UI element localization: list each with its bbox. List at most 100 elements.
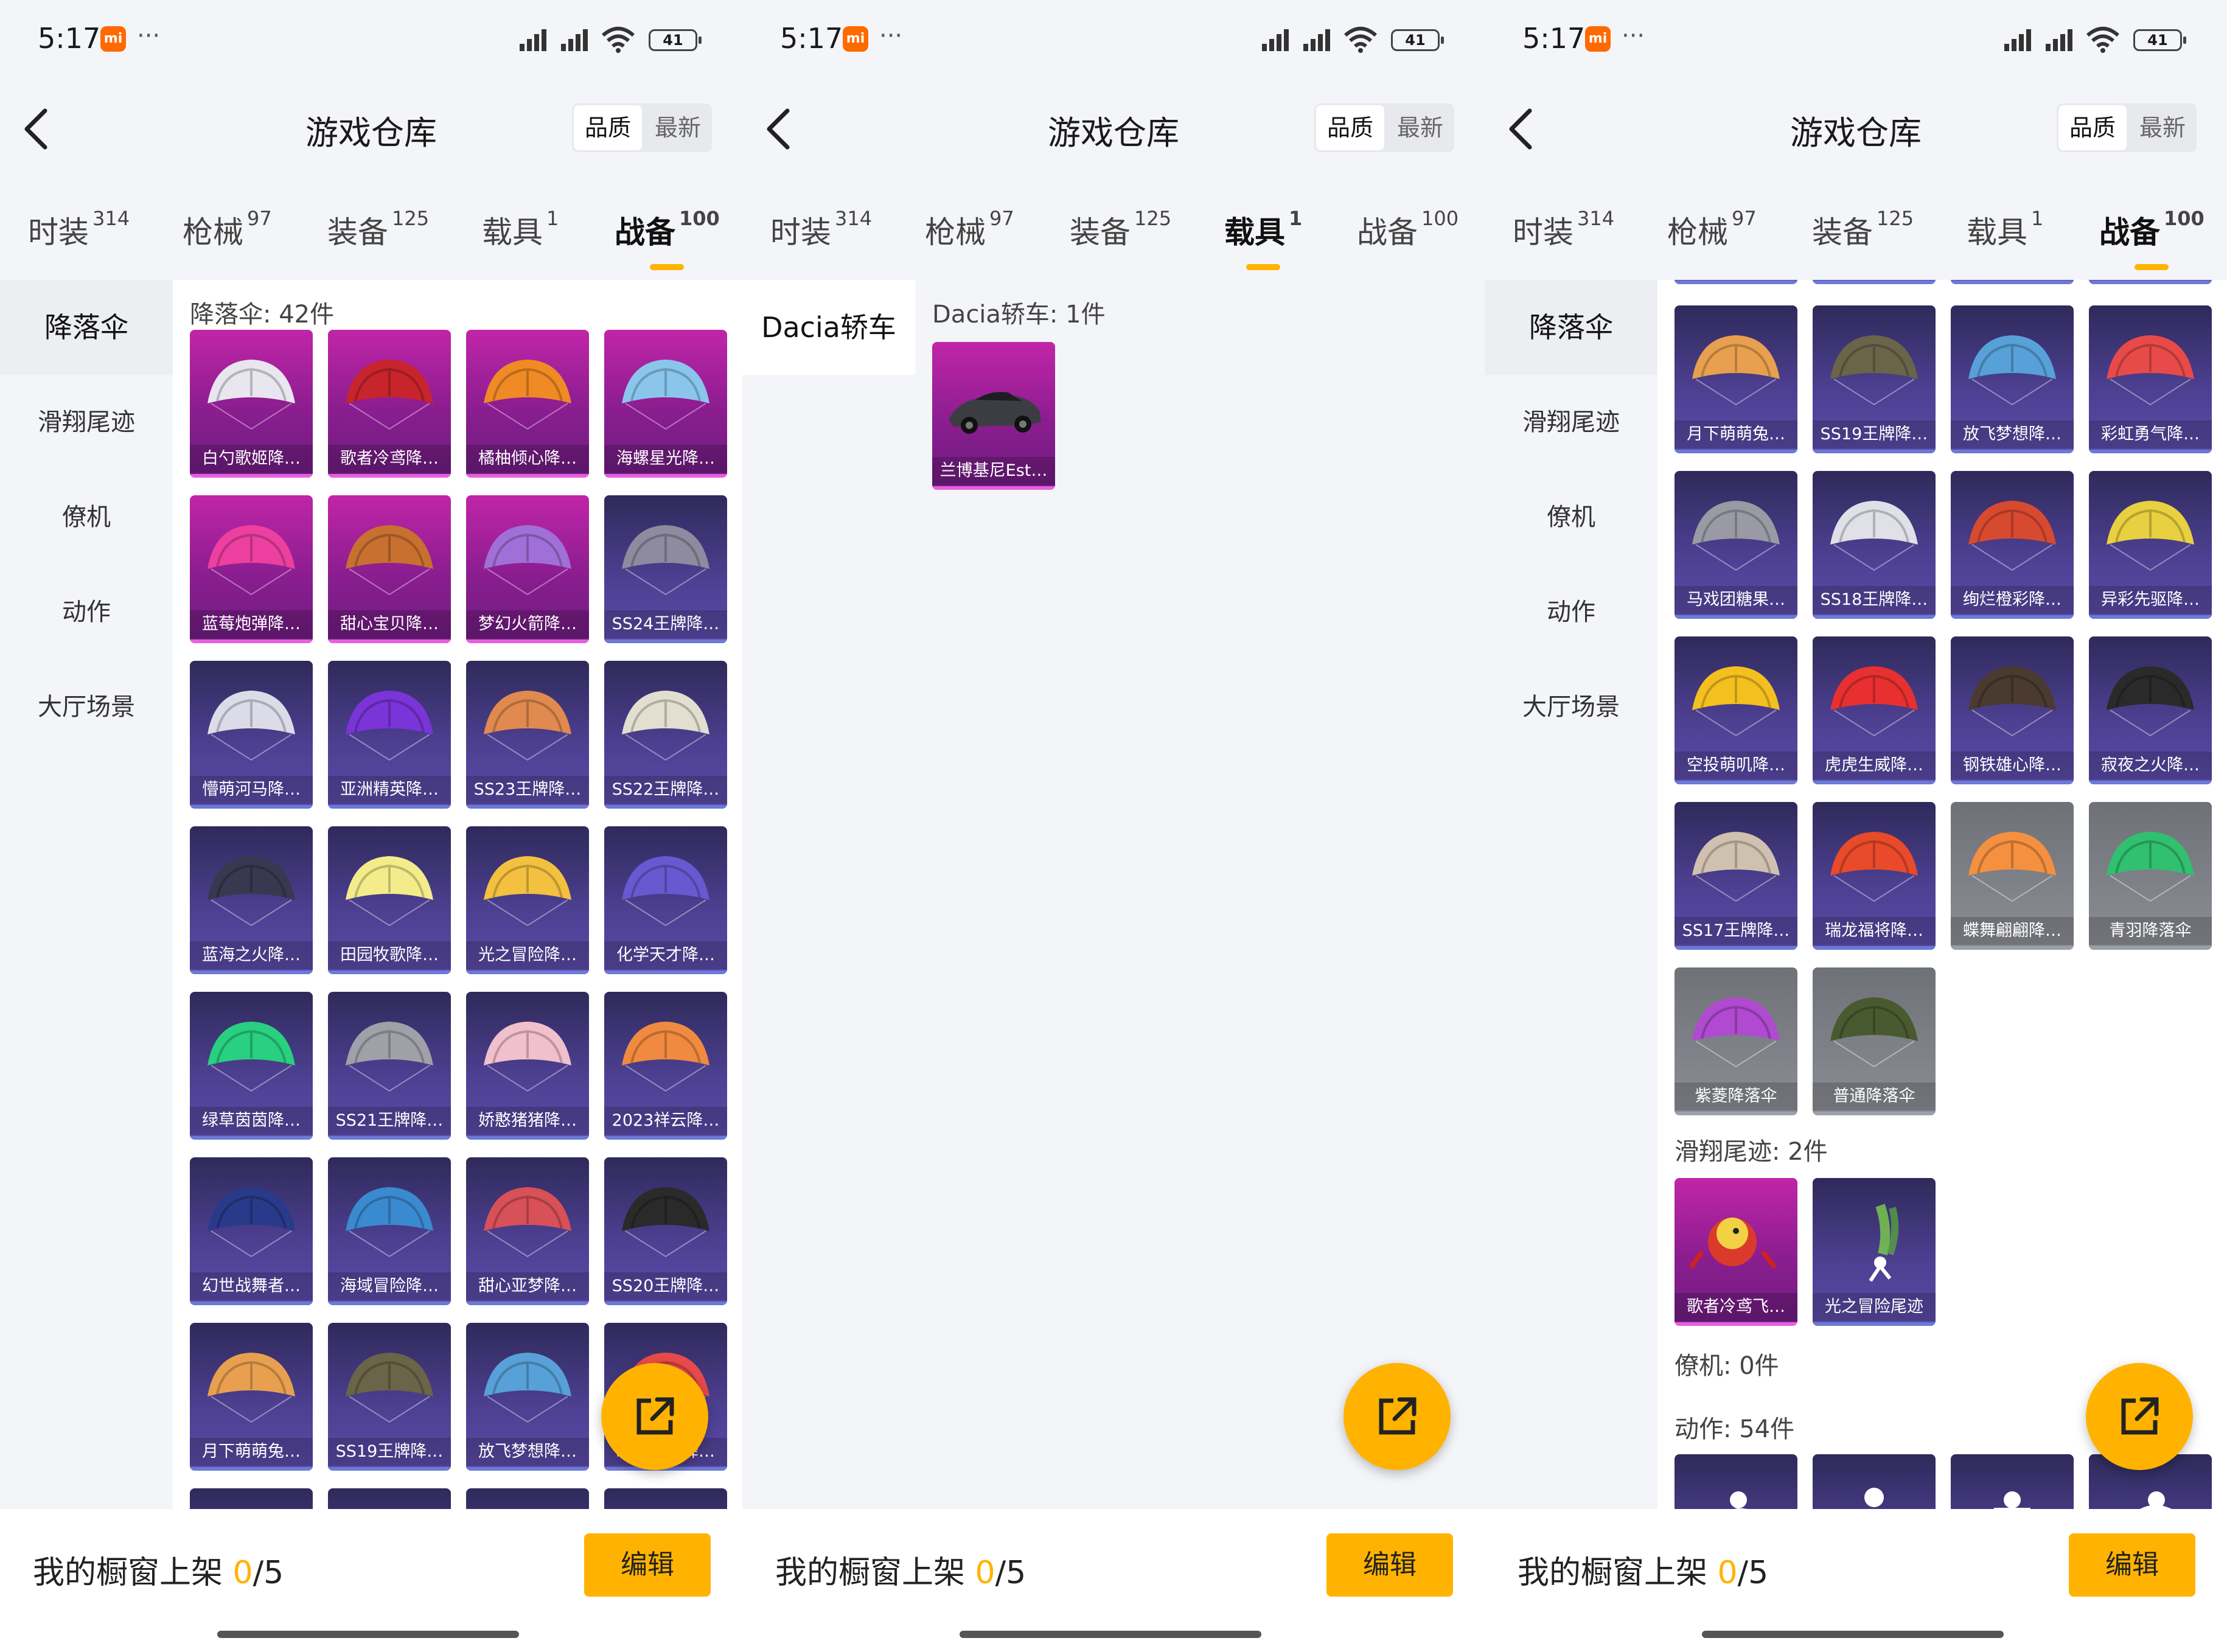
sidebar-item-parachute[interactable]: 降落伞 (1485, 280, 1657, 375)
item-card[interactable] (2089, 280, 2212, 284)
emote-card[interactable] (1675, 1454, 1797, 1509)
item-card[interactable]: 异彩先驱降… (2089, 471, 2212, 619)
item-card[interactable]: 瑞龙福将降… (1813, 802, 1936, 950)
showcase-total: /5 (253, 1555, 284, 1591)
item-card[interactable]: 紫菱降落伞 (1675, 967, 1797, 1115)
item-card[interactable]: 甜心亚梦降… (466, 1157, 589, 1305)
item-card[interactable]: 橘柚倾心降… (466, 330, 589, 478)
item-card[interactable]: 海螺星光降… (604, 330, 727, 478)
item-card[interactable]: 蓝海之火降… (190, 826, 313, 974)
item-card[interactable]: 歌者冷鸢飞… (1675, 1178, 1797, 1326)
item-card[interactable]: 歌者冷鸢降… (328, 330, 451, 478)
edit-button[interactable]: 编辑 (1326, 1533, 1453, 1597)
item-card[interactable]: 光之冒险尾迹 (1813, 1178, 1936, 1326)
tab-shizhuang[interactable]: 时装 314 (28, 207, 130, 252)
share-button[interactable] (2086, 1363, 2193, 1470)
sidebar-item-parachute[interactable]: 降落伞 (0, 280, 173, 375)
emote-card[interactable] (1813, 1454, 1936, 1509)
sidebar-item-trail[interactable]: 滑翔尾迹 (0, 375, 173, 470)
item-card[interactable]: 马戏团糖果… (1675, 471, 1797, 619)
item-card[interactable]: 钢铁雄心降… (1951, 636, 2074, 784)
item-card[interactable] (1813, 280, 1936, 284)
item-card[interactable]: 兰博基尼Est… (932, 342, 1055, 490)
edit-button[interactable]: 编辑 (584, 1533, 711, 1597)
item-card[interactable]: 绚烂橙彩降… (1951, 471, 2074, 619)
tab-shizhuang[interactable]: 时装 314 (1513, 207, 1614, 252)
tab-zaiju[interactable]: 载具 1 (482, 207, 559, 252)
share-button[interactable] (601, 1363, 708, 1470)
tab-qiangxie[interactable]: 枪械 97 (183, 207, 272, 252)
tab-zaiju[interactable]: 载具 1 (1224, 207, 1302, 270)
item-card[interactable]: 青羽降落伞 (2089, 802, 2212, 950)
item-card[interactable]: 光之冒险降… (466, 826, 589, 974)
item-card[interactable]: 放飞梦想降… (466, 1323, 589, 1471)
item-card[interactable]: 田园牧歌降… (328, 826, 451, 974)
item-card[interactable]: SS17王牌降… (1675, 802, 1797, 950)
emote-card[interactable] (1951, 1454, 2074, 1509)
sidebar-item-wingman[interactable]: 僚机 (0, 470, 173, 565)
item-card[interactable]: 放飞梦想降… (1951, 305, 2074, 453)
sort-latest-button[interactable]: 最新 (644, 103, 712, 152)
tab-zhanbei[interactable]: 战备 100 (1357, 207, 1459, 252)
item-card[interactable]: 蓝莓炮弹降… (190, 495, 313, 643)
tab-zhuangbei[interactable]: 装备 125 (327, 207, 429, 252)
sidebar-item-emote[interactable]: 动作 (1485, 565, 1657, 660)
item-card[interactable]: 普通降落伞 (1813, 967, 1936, 1115)
item-card[interactable] (466, 1488, 589, 1509)
showcase-label: 我的橱窗上架 0/5 (1518, 1547, 1768, 1592)
item-card[interactable]: SS23王牌降… (466, 661, 589, 809)
item-card[interactable]: SS18王牌降… (1813, 471, 1936, 619)
item-card[interactable]: 月下萌萌兔… (1675, 305, 1797, 453)
edit-button[interactable]: 编辑 (2069, 1533, 2195, 1597)
item-card[interactable]: 虎虎生威降… (1813, 636, 1936, 784)
item-card[interactable]: SS24王牌降… (604, 495, 727, 643)
tab-shizhuang[interactable]: 时装 314 (770, 207, 872, 252)
item-card[interactable]: SS20王牌降… (604, 1157, 727, 1305)
item-card[interactable] (604, 1488, 727, 1509)
tab-qiangxie[interactable]: 枪械 97 (925, 207, 1014, 252)
item-card[interactable] (1951, 280, 2074, 284)
tab-zaiju[interactable]: 载具 1 (1967, 207, 2043, 252)
item-card[interactable]: 空投萌叽降… (1675, 636, 1797, 784)
item-card[interactable]: 亚洲精英降… (328, 661, 451, 809)
item-card[interactable]: 蝶舞翩翩降… (1951, 802, 2074, 950)
sort-latest-button[interactable]: 最新 (1386, 103, 1454, 152)
sort-quality-button[interactable]: 品质 (574, 105, 642, 150)
item-card[interactable]: 月下萌萌兔… (190, 1323, 313, 1471)
item-card[interactable] (1675, 280, 1797, 284)
item-card[interactable]: 海域冒险降… (328, 1157, 451, 1305)
sidebar-item-lobby[interactable]: 大厅场景 (1485, 660, 1657, 755)
item-card[interactable]: 娇憨猪猪降… (466, 992, 589, 1140)
item-card[interactable]: 绿草茵茵降… (190, 992, 313, 1140)
sort-quality-button[interactable]: 品质 (1316, 105, 1384, 150)
item-card[interactable]: 彩虹勇气降… (2089, 305, 2212, 453)
tab-zhuangbei[interactable]: 装备 125 (1812, 207, 1914, 252)
item-card[interactable]: 化学天才降… (604, 826, 727, 974)
item-card[interactable]: 2023祥云降… (604, 992, 727, 1140)
sidebar-item-wingman[interactable]: 僚机 (1485, 470, 1657, 565)
item-card[interactable]: SS19王牌降… (1813, 305, 1936, 453)
sidebar-item-emote[interactable]: 动作 (0, 565, 173, 660)
item-name: 蓝海之火降… (190, 941, 313, 969)
item-card[interactable] (328, 1488, 451, 1509)
tab-zhanbei[interactable]: 战备 100 (2099, 207, 2204, 270)
item-card[interactable] (190, 1488, 313, 1509)
item-card[interactable]: SS19王牌降… (328, 1323, 451, 1471)
item-card[interactable]: SS21王牌降… (328, 992, 451, 1140)
tab-zhanbei[interactable]: 战备 100 (615, 207, 720, 270)
item-card[interactable]: 梦幻火箭降… (466, 495, 589, 643)
sidebar-item-lobby[interactable]: 大厅场景 (0, 660, 173, 755)
item-card[interactable]: 白勺歌姬降… (190, 330, 313, 478)
sort-quality-button[interactable]: 品质 (2058, 105, 2127, 150)
sidebar-item-dacia[interactable]: Dacia轿车 (742, 280, 915, 375)
sidebar-item-trail[interactable]: 滑翔尾迹 (1485, 375, 1657, 470)
tab-zhuangbei[interactable]: 装备 125 (1070, 207, 1171, 252)
item-card[interactable]: 寂夜之火降… (2089, 636, 2212, 784)
item-card[interactable]: 懵萌河马降… (190, 661, 313, 809)
share-button[interactable] (1344, 1363, 1451, 1470)
item-card[interactable]: 幻世战舞者… (190, 1157, 313, 1305)
sort-latest-button[interactable]: 最新 (2128, 103, 2197, 152)
tab-qiangxie[interactable]: 枪械 97 (1667, 207, 1757, 252)
item-card[interactable]: 甜心宝贝降… (328, 495, 451, 643)
item-card[interactable]: SS22王牌降… (604, 661, 727, 809)
